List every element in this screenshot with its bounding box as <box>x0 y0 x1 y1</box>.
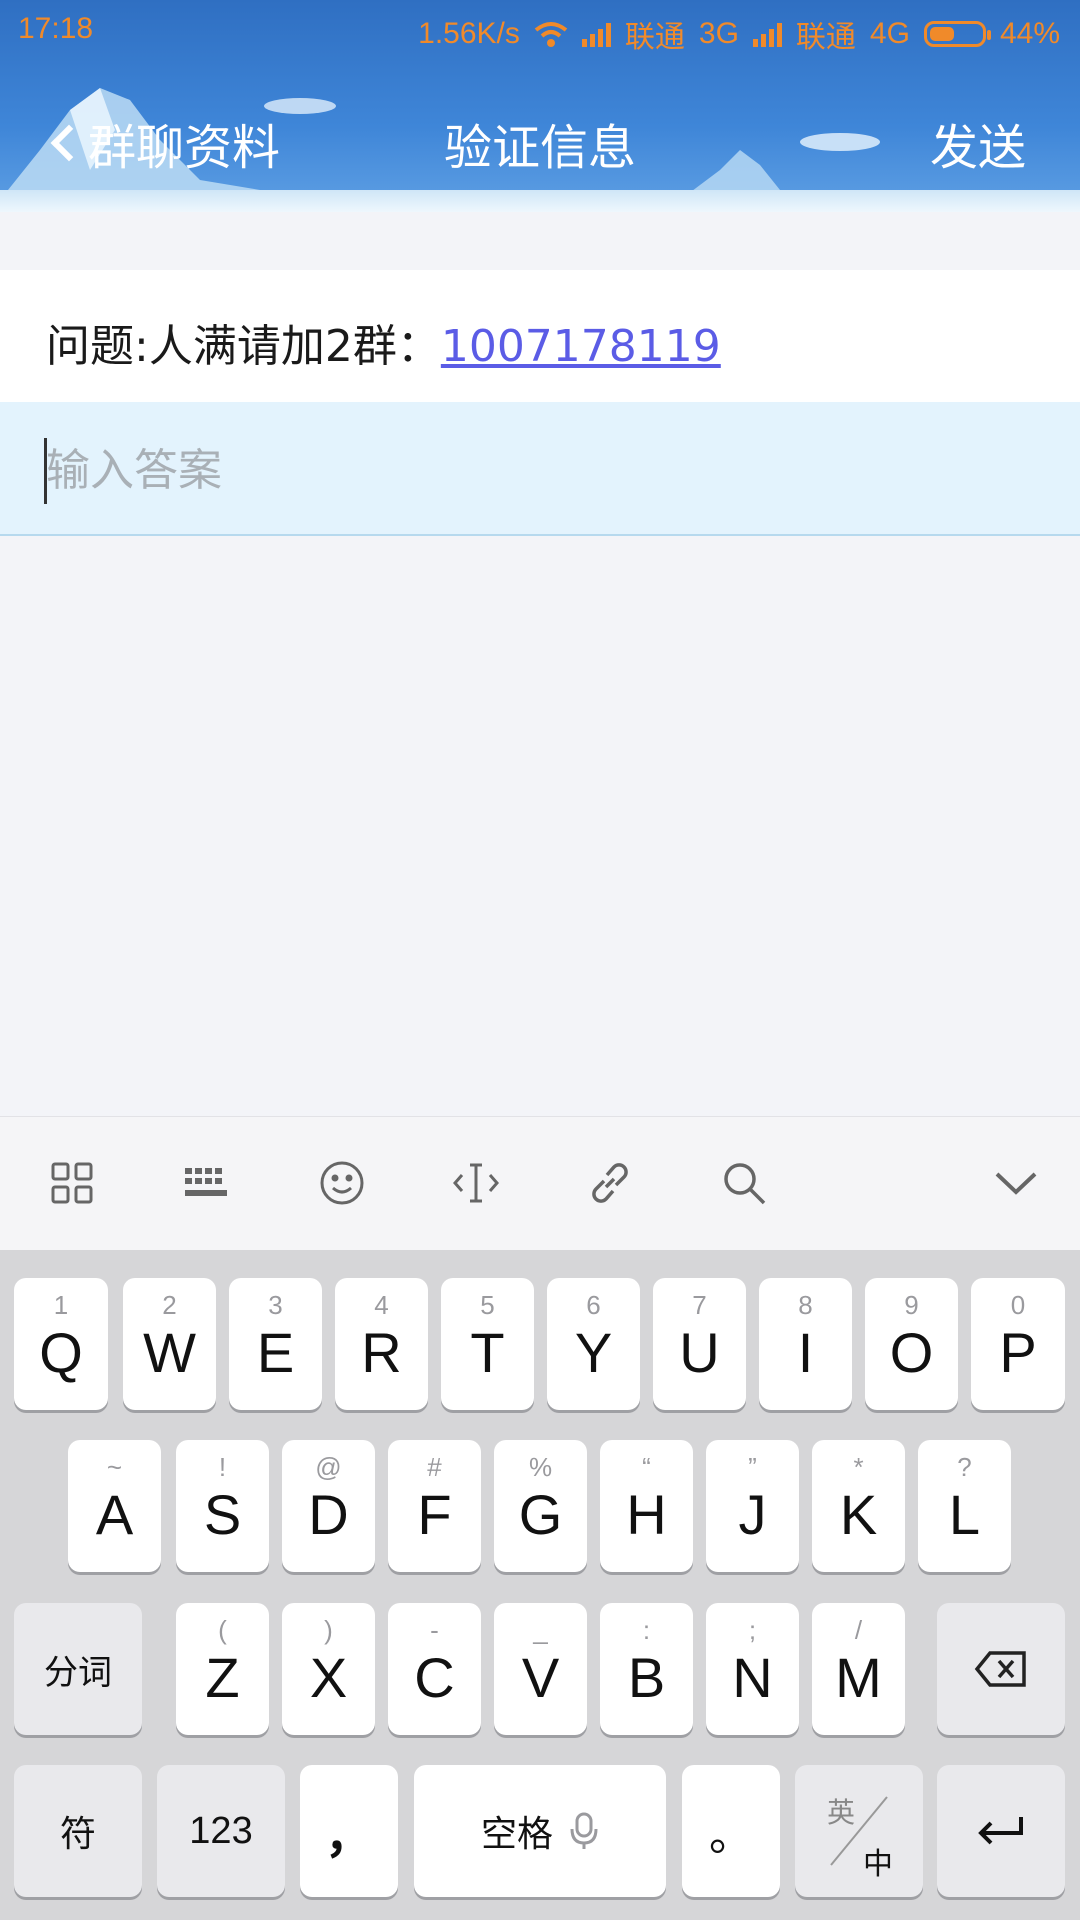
segment-key[interactable]: 分词 <box>14 1603 142 1735</box>
enter-key[interactable] <box>937 1765 1065 1897</box>
signal-icon <box>752 21 782 47</box>
network-type-2: 4G <box>869 17 910 50</box>
cursor-icon[interactable] <box>444 1151 508 1215</box>
carrier-1: 联通 <box>624 21 685 54</box>
group-number-link[interactable]: 1007178119 <box>441 321 721 372</box>
key-n[interactable]: ; N <box>706 1603 799 1735</box>
key-x[interactable]: ) X <box>282 1603 375 1735</box>
status-bar: 17:18 1.56K/s 联通 3G 联通 4G 44% <box>0 0 1080 62</box>
key-f[interactable]: # F <box>388 1440 481 1572</box>
battery-icon <box>923 21 991 47</box>
collapse-icon[interactable] <box>984 1151 1048 1215</box>
key-i[interactable]: 8I <box>759 1278 852 1410</box>
question-row: 问题:人满请加2群：1007178119 <box>0 270 1080 402</box>
text-caret <box>44 438 47 504</box>
key-a[interactable]: ~ A <box>68 1440 161 1572</box>
comma-key[interactable]: ， <box>300 1765 398 1897</box>
key-z[interactable]: (Z <box>176 1603 269 1735</box>
grid-icon[interactable] <box>40 1151 104 1215</box>
language-switch-key[interactable]: 英 中 <box>795 1765 923 1897</box>
answer-row <box>0 402 1080 536</box>
key-v[interactable]: _ V <box>494 1603 587 1735</box>
key-h[interactable]: “H <box>600 1440 693 1572</box>
key-b[interactable]: :B <box>600 1603 693 1735</box>
page-title: 验证信息 <box>443 120 636 176</box>
answer-input[interactable] <box>44 438 1024 502</box>
header: 17:18 1.56K/s 联通 3G 联通 4G 44% 群聊资料 验证信息 … <box>0 0 1080 212</box>
question-label: 问题:人满请加2群： <box>46 321 441 372</box>
backspace-icon <box>937 1603 1065 1735</box>
battery-level: 44% <box>999 17 1060 50</box>
key-e[interactable]: 3E <box>229 1278 322 1410</box>
key-w[interactable]: 2W <box>123 1278 216 1410</box>
send-button[interactable]: 发送 <box>930 108 1026 178</box>
key-j[interactable]: ” J <box>706 1440 799 1572</box>
key-t[interactable]: 5T <box>441 1278 534 1410</box>
key-k[interactable]: * K <box>812 1440 905 1572</box>
space-key[interactable]: 空格 <box>414 1765 666 1897</box>
lang-zh-label: 中 <box>863 1847 893 1882</box>
key-c[interactable]: -C <box>388 1603 481 1735</box>
numbers-key[interactable]: 123 <box>157 1765 285 1897</box>
search-icon[interactable] <box>712 1151 776 1215</box>
symbol-key[interactable]: 符 <box>14 1765 142 1897</box>
status-time: 17:18 <box>18 12 94 45</box>
keyboard-toolbar <box>0 1116 1080 1250</box>
key-m[interactable]: / M <box>812 1603 905 1735</box>
space-label: 空格 <box>480 1814 553 1855</box>
emoji-icon[interactable] <box>310 1151 374 1215</box>
enter-icon <box>937 1765 1065 1897</box>
key-q[interactable]: 1Q <box>14 1278 108 1410</box>
key-p[interactable]: 0P <box>971 1278 1065 1410</box>
net-speed: 1.56K/s <box>418 17 520 50</box>
key-s[interactable]: ! S <box>176 1440 269 1572</box>
status-right: 1.56K/s 联通 3G 联通 4G 44% <box>418 12 1060 56</box>
wifi-icon <box>534 22 568 47</box>
lang-divider <box>830 1796 888 1866</box>
key-g[interactable]: % G <box>494 1440 587 1572</box>
key-o[interactable]: 9O <box>865 1278 958 1410</box>
network-type-1: 3G <box>698 17 739 50</box>
period-key[interactable]: 。 <box>682 1765 780 1897</box>
key-d[interactable]: @ D <box>282 1440 375 1572</box>
key-y[interactable]: 6Y <box>547 1278 640 1410</box>
keyboard-icon[interactable] <box>174 1151 238 1215</box>
key-r[interactable]: 4R <box>335 1278 428 1410</box>
carrier-2: 联通 <box>795 21 856 54</box>
link-icon[interactable] <box>578 1151 642 1215</box>
microphone-icon <box>570 1812 598 1849</box>
key-l[interactable]: ? L <box>918 1440 1011 1572</box>
signal-icon <box>581 21 611 47</box>
key-u[interactable]: 7U <box>653 1278 746 1410</box>
backspace-key[interactable] <box>937 1603 1065 1735</box>
keyboard: 1Q 2W 3E 4R 5T 6Y 7U 8I 9O 0P ~ A ! S @ D #… <box>0 1250 1080 1920</box>
title-bar: 群聊资料 验证信息 发送 <box>0 62 1080 212</box>
